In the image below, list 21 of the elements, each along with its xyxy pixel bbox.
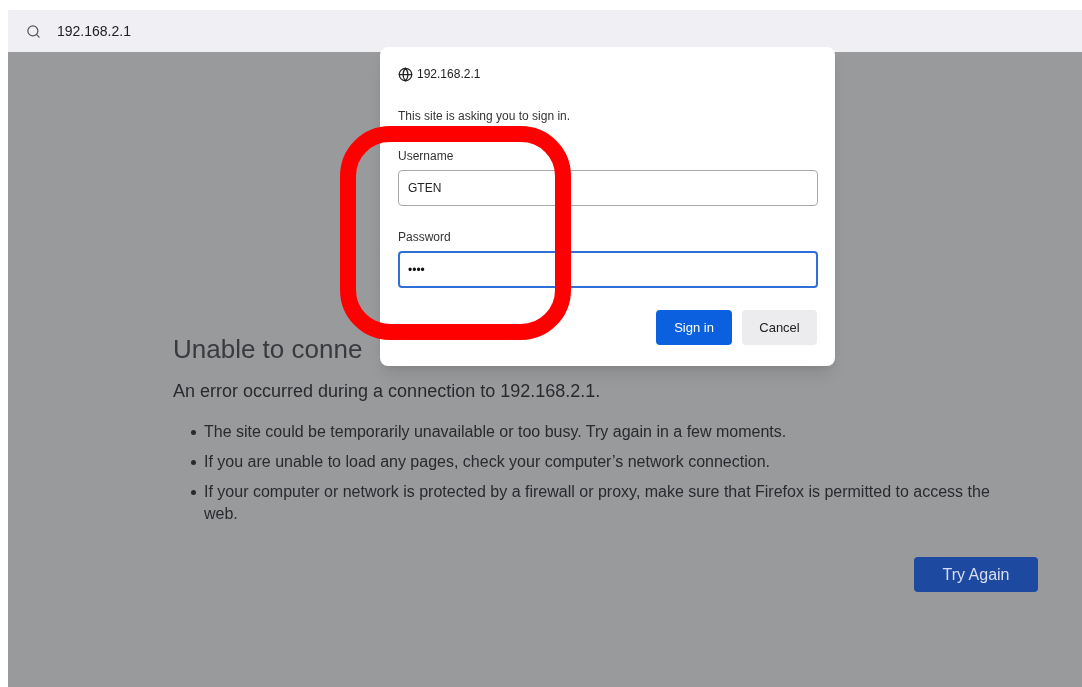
error-message: An error occurred during a connection to 192.168.2.1. [173, 380, 602, 403]
bullet-icon [191, 430, 196, 435]
field-label: Username [398, 148, 455, 165]
error-hint: The site could be temporarily unavailable or too busy. Try again in a few moments. [204, 422, 787, 442]
search-icon [26, 23, 41, 39]
input-field[interactable]: GTEN [398, 170, 818, 206]
cancel-button[interactable]: Cancel [742, 310, 817, 345]
bullet-icon [191, 490, 196, 495]
input-field[interactable]: •••• [398, 251, 818, 288]
dialog-prompt: This site is asking you to sign in. [398, 108, 572, 125]
dialog-host: 192.168.2.1 [417, 66, 481, 83]
field-label: Password [398, 229, 452, 246]
error-title: Unable to conne [173, 333, 363, 366]
globe-icon [398, 66, 413, 82]
try-again-button[interactable]: Try Again [914, 557, 1038, 592]
error-hint: If your computer or network is protected by a firewall or proxy, make sure that Firefox is permitted to access the web. [204, 482, 991, 524]
error-hint: If you are unable to load any pages, check your computer’s network connection. [204, 452, 770, 472]
sign-in-button[interactable]: Sign in [656, 310, 732, 345]
url-text: 192.168.2.1 [57, 21, 131, 41]
address-bar[interactable]: 192.168.2.1 [8, 10, 1082, 52]
bullet-icon [191, 460, 196, 465]
